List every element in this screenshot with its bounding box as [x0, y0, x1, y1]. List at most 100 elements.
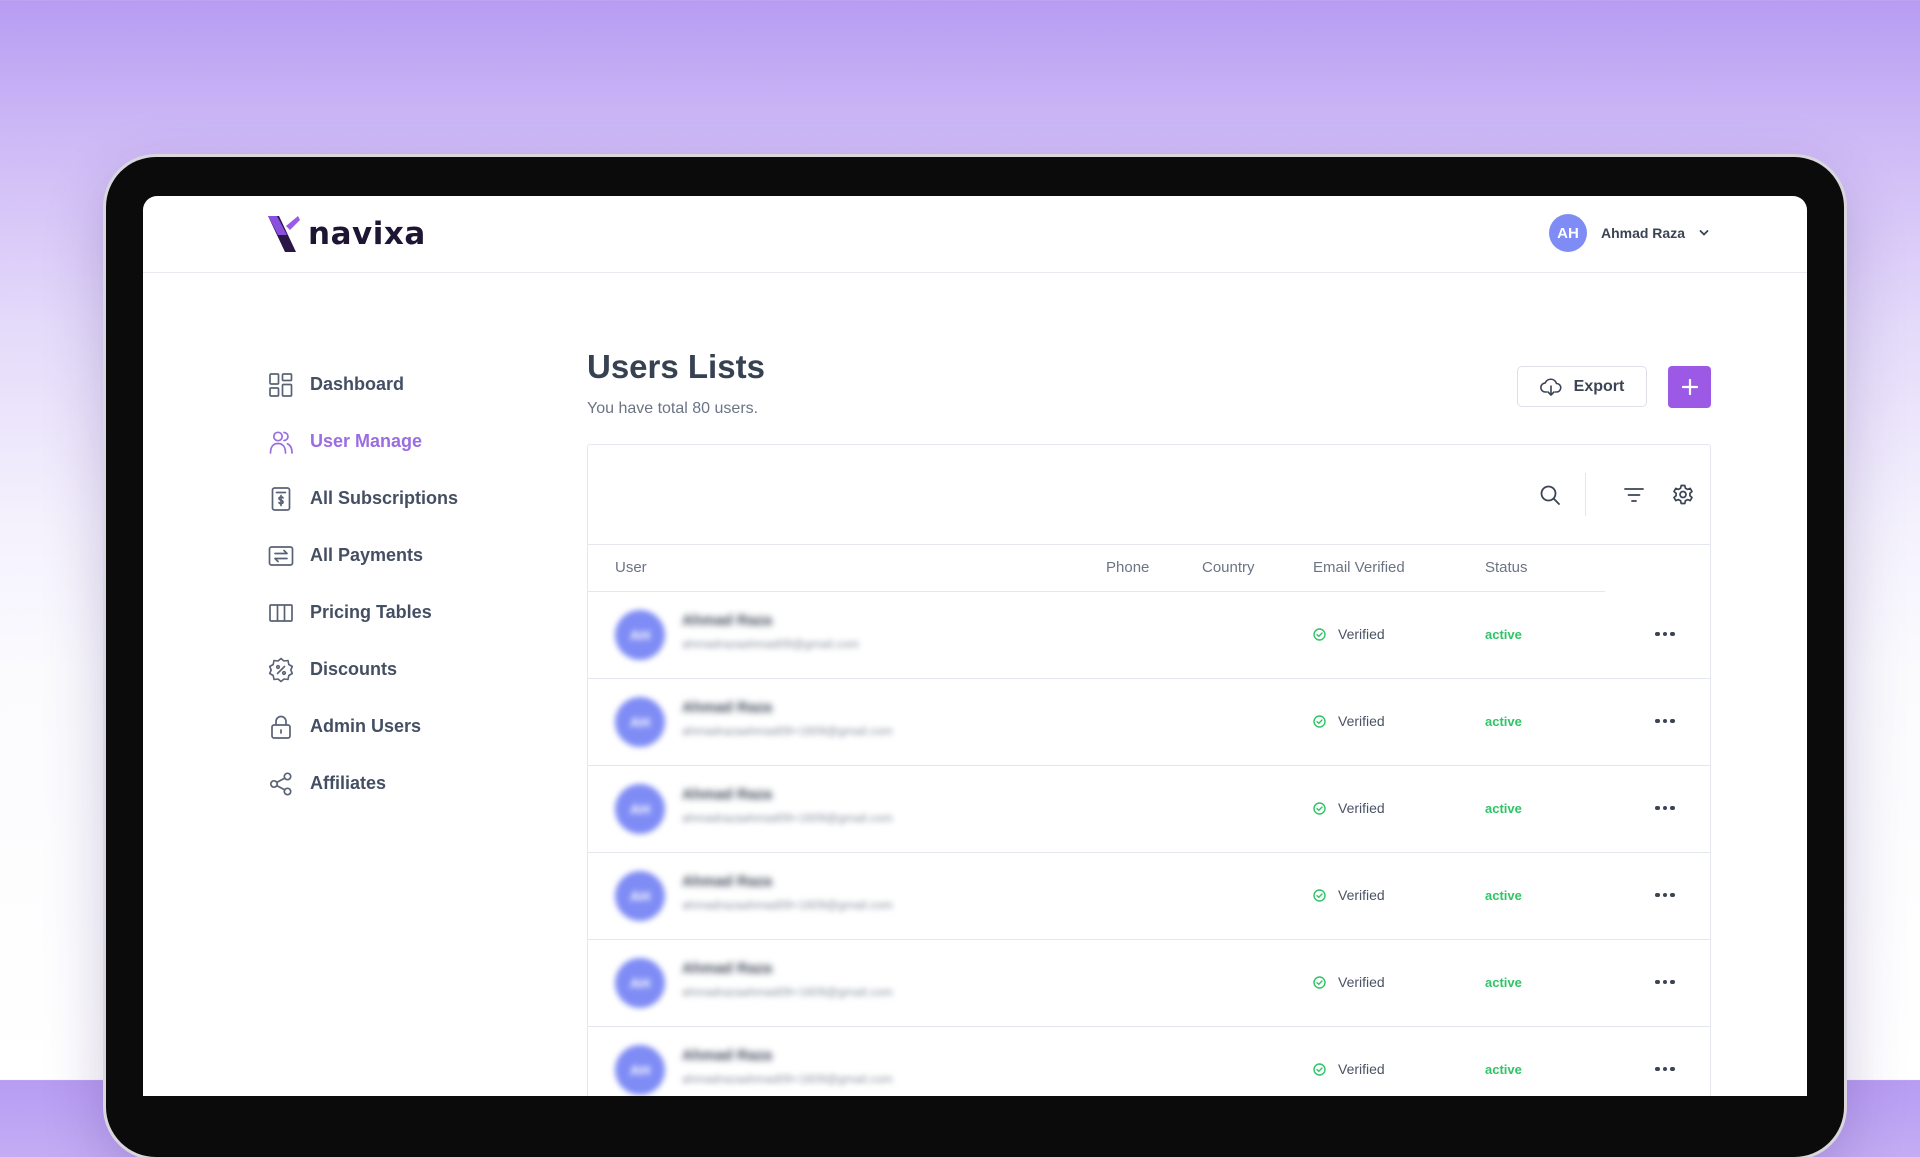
share-nodes-icon — [269, 771, 292, 796]
columns-icon — [269, 603, 293, 622]
more-dot-icon — [1670, 631, 1675, 637]
more-dot-icon — [1662, 718, 1668, 724]
dashboard-grid-icon — [269, 372, 293, 397]
filter-button[interactable] — [1621, 482, 1647, 508]
email-verified-cell: Verified — [1313, 713, 1385, 729]
cloud-download-icon — [1539, 377, 1562, 396]
lock-icon — [271, 715, 291, 739]
verified-label: Verified — [1338, 1061, 1385, 1077]
avatar: AH — [615, 871, 665, 921]
users-icon — [269, 430, 293, 454]
column-header-email-verified[interactable]: Email Verified — [1313, 559, 1405, 576]
more-dot-icon — [1662, 979, 1668, 985]
user-email: ahmadrazaahmad09@gmail.com — [682, 637, 859, 651]
check-circle-icon — [1313, 975, 1326, 989]
verified-label: Verified — [1338, 713, 1385, 729]
user-name: Ahmad Raza — [682, 960, 773, 977]
brand-name: navixa — [308, 216, 426, 252]
more-dot-icon — [1655, 631, 1660, 637]
sidebar-item-all-subscriptions[interactable]: All Subscriptions — [268, 470, 528, 527]
check-circle-icon — [1313, 888, 1326, 902]
sidebar-item-label: All Subscriptions — [310, 488, 459, 508]
column-header-country[interactable]: Country — [1202, 559, 1255, 576]
table-row[interactable]: AH Ahmad Raza ahmadrazaahmad09@gmail.com… — [588, 592, 1710, 679]
more-dot-icon — [1670, 979, 1675, 985]
user-email: ahmadrazaahmad09+1609@gmail.com — [682, 898, 893, 912]
payments-icon — [268, 545, 294, 566]
user-name: Ahmad Raza — [682, 1047, 773, 1064]
avatar: AH — [615, 610, 665, 660]
sidebar-item-dashboard[interactable]: Dashboard — [268, 356, 528, 413]
settings-button[interactable] — [1670, 482, 1696, 508]
more-dot-icon — [1670, 1066, 1675, 1072]
column-header-user[interactable]: User — [615, 559, 647, 576]
more-dot-icon — [1655, 979, 1660, 985]
export-button[interactable]: Export — [1517, 366, 1647, 407]
row-actions-button[interactable] — [1653, 711, 1677, 731]
sidebar-item-discounts[interactable]: Discounts — [268, 641, 528, 698]
subscription-doc-icon — [271, 486, 291, 511]
status-badge: active — [1485, 627, 1522, 642]
search-icon — [1540, 485, 1560, 505]
sidebar-item-all-payments[interactable]: All Payments — [268, 527, 528, 584]
chevron-down-icon — [1699, 230, 1709, 236]
more-dot-icon — [1655, 718, 1660, 724]
row-actions-button[interactable] — [1653, 1059, 1677, 1079]
row-actions-button[interactable] — [1653, 972, 1677, 992]
sidebar-item-label: Pricing Tables — [310, 602, 432, 622]
table-row[interactable]: AH Ahmad Raza ahmadrazaahmad09+1609@gmai… — [588, 940, 1710, 1027]
status-badge: active — [1485, 1062, 1522, 1077]
row-actions-button[interactable] — [1653, 624, 1677, 644]
avatar: AH — [615, 697, 665, 747]
user-email: ahmadrazaahmad09+1609@gmail.com — [682, 811, 893, 825]
avatar: AH — [615, 784, 665, 834]
table-header: User Phone Country Email Verified Status — [588, 545, 1605, 592]
user-name: Ahmad Raza — [1600, 225, 1685, 241]
check-circle-icon — [1313, 714, 1326, 728]
search-button[interactable] — [1537, 482, 1563, 508]
user-email: ahmadrazaahmad09+1609@gmail.com — [682, 724, 893, 738]
sidebar-item-label: Admin Users — [310, 716, 422, 736]
more-dot-icon — [1670, 805, 1675, 811]
gear-icon — [1673, 484, 1693, 505]
table-row[interactable]: AH Ahmad Raza ahmadrazaahmad09+1609@gmai… — [588, 853, 1710, 940]
navixa-logo-icon — [268, 216, 300, 252]
verified-label: Verified — [1338, 887, 1385, 903]
filter-icon — [1624, 488, 1644, 502]
sidebar-item-label: Discounts — [310, 659, 398, 679]
users-table-card: User Phone Country Email Verified Status… — [587, 444, 1711, 1096]
user-email: ahmadrazaahmad09+1609@gmail.com — [682, 1072, 893, 1086]
table-row[interactable]: AH Ahmad Raza ahmadrazaahmad09+1609@gmai… — [588, 766, 1710, 853]
more-dot-icon — [1655, 1066, 1660, 1072]
sidebar-item-pricing-tables[interactable]: Pricing Tables — [268, 584, 528, 641]
column-header-phone[interactable]: Phone — [1106, 559, 1149, 576]
sidebar-item-admin-users[interactable]: Admin Users — [268, 698, 528, 755]
sidebar: Dashboard User Manage All Subscriptions … — [268, 356, 528, 812]
add-user-button[interactable] — [1668, 366, 1711, 408]
row-actions-button[interactable] — [1653, 885, 1677, 905]
brand-logo[interactable]: navixa — [266, 214, 426, 254]
user-name: Ahmad Raza — [682, 873, 773, 890]
export-label: Export — [1573, 377, 1625, 395]
sidebar-item-affiliates[interactable]: Affiliates — [268, 755, 528, 812]
more-dot-icon — [1662, 631, 1668, 637]
verified-label: Verified — [1338, 974, 1385, 990]
avatar: AH — [615, 958, 665, 1008]
column-header-status[interactable]: Status — [1485, 559, 1528, 576]
status-badge: active — [1485, 975, 1522, 990]
verified-label: Verified — [1338, 626, 1385, 642]
check-circle-icon — [1313, 627, 1326, 641]
status-badge: active — [1485, 801, 1522, 816]
more-dot-icon — [1655, 805, 1660, 811]
more-dot-icon — [1655, 892, 1660, 898]
more-dot-icon — [1670, 718, 1675, 724]
table-row[interactable]: AH Ahmad Raza ahmadrazaahmad09+1609@gmai… — [588, 1027, 1710, 1096]
sidebar-item-user-manage[interactable]: User Manage — [268, 413, 528, 470]
page-subtitle: You have total 80 users. — [587, 400, 759, 417]
email-verified-cell: Verified — [1313, 1061, 1385, 1077]
user-menu[interactable]: AH Ahmad Raza — [1548, 214, 1709, 252]
row-actions-button[interactable] — [1653, 798, 1677, 818]
top-bar: navixa AH Ahmad Raza — [143, 196, 1807, 273]
table-row[interactable]: AH Ahmad Raza ahmadrazaahmad09+1609@gmai… — [588, 679, 1710, 766]
user-name: Ahmad Raza — [682, 612, 773, 629]
